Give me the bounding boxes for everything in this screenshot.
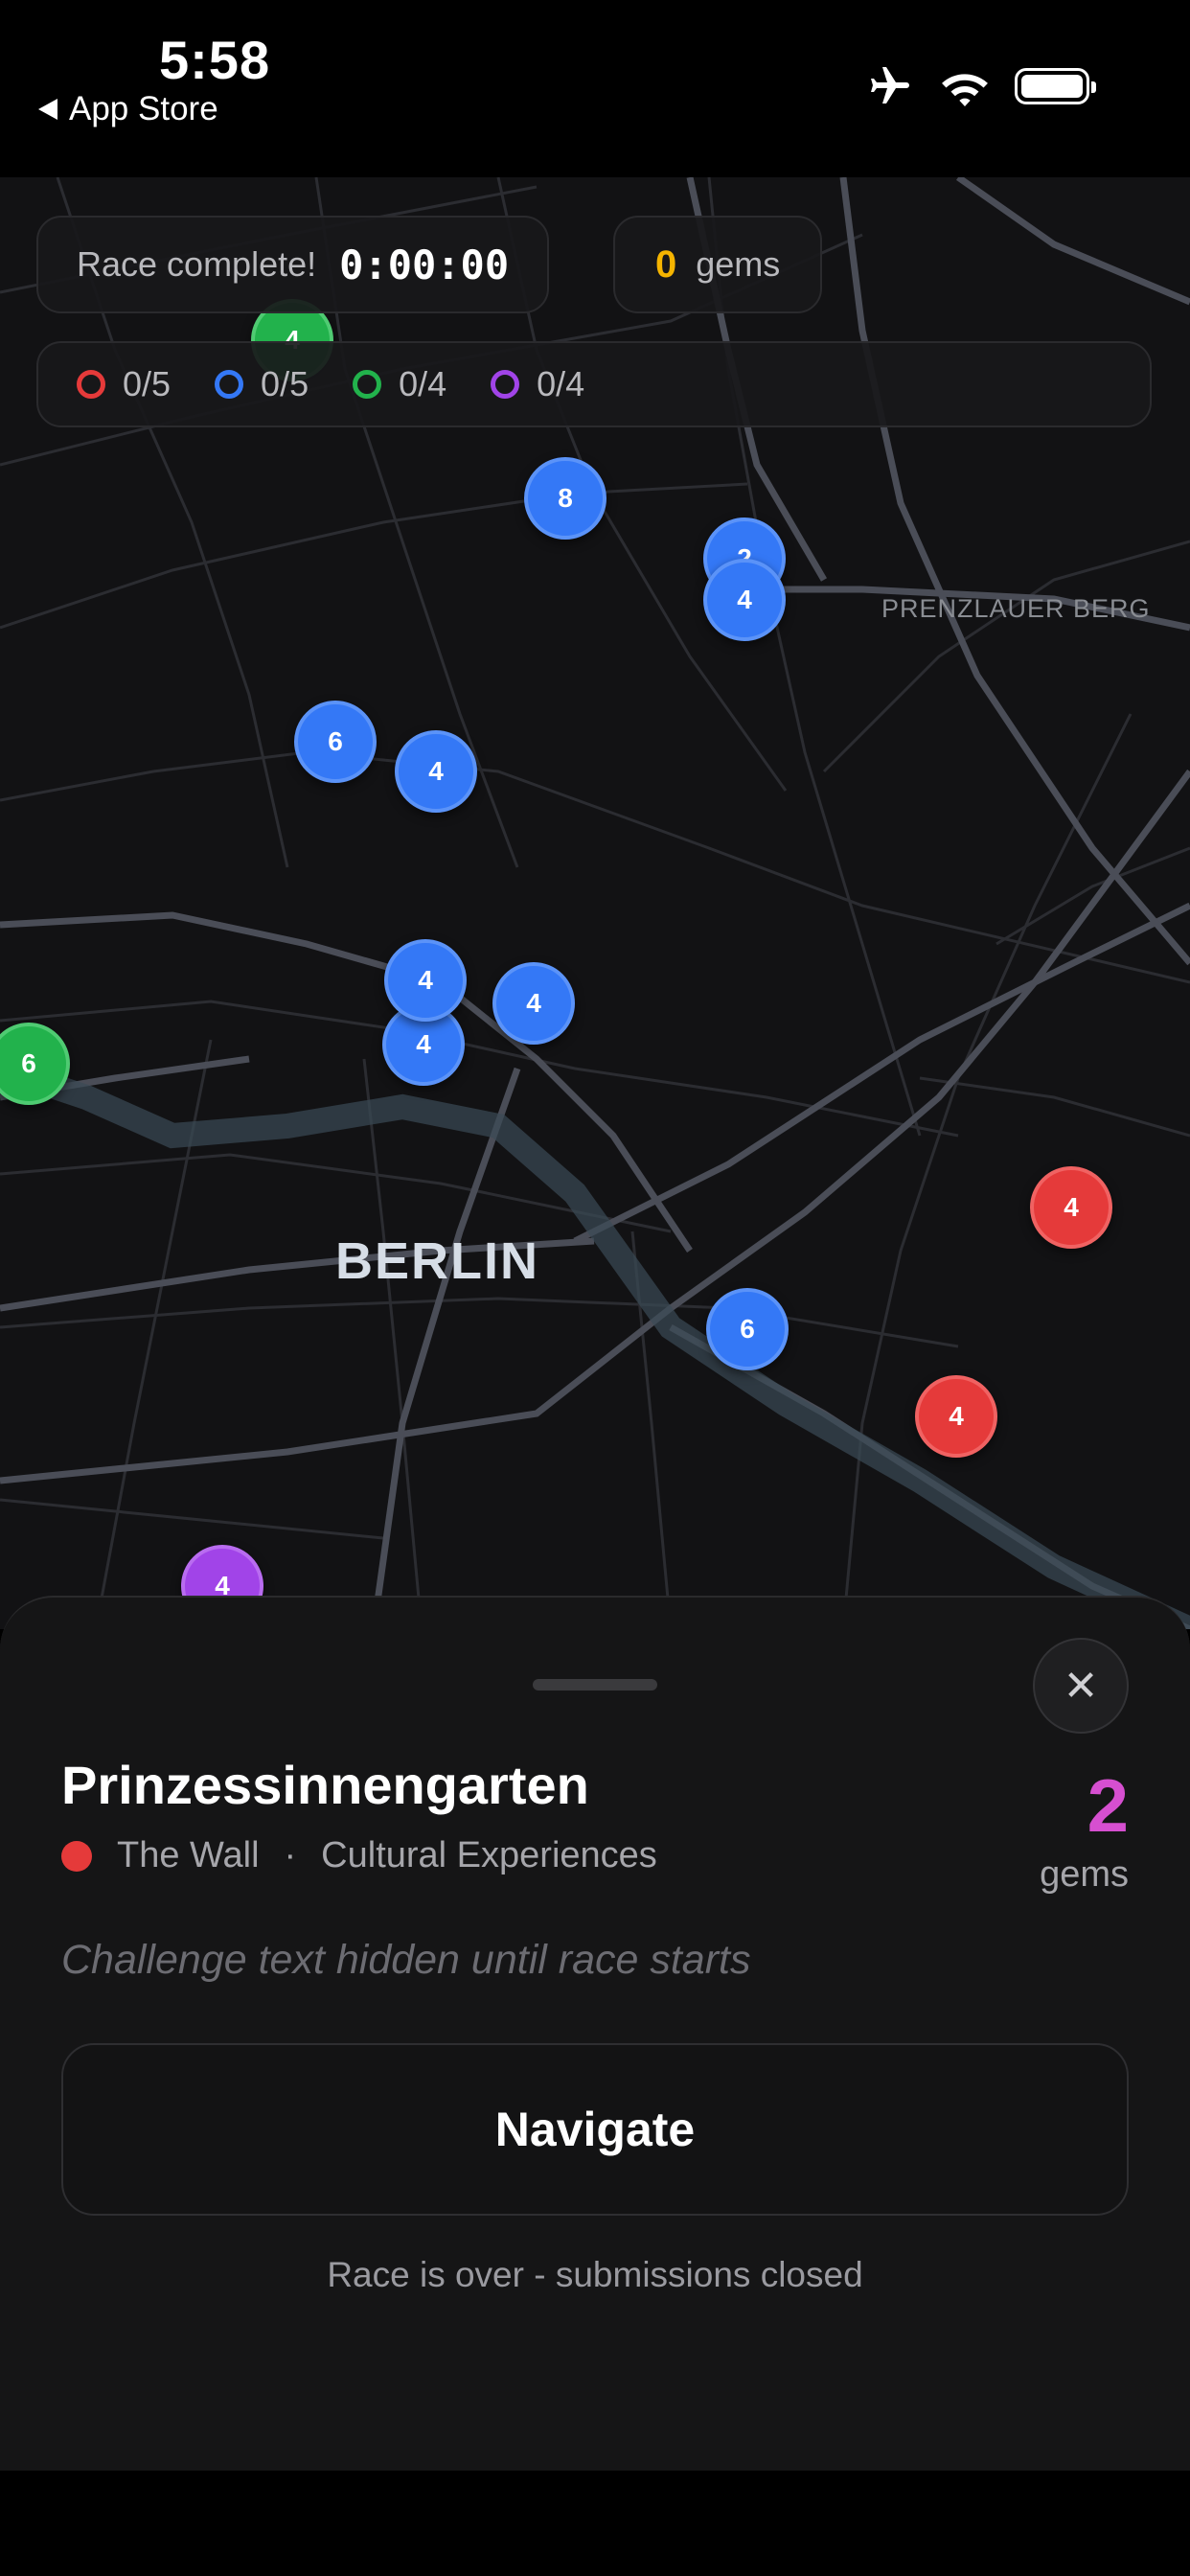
map-pin[interactable]: 4: [395, 730, 477, 813]
map-pin[interactable]: 6: [706, 1288, 789, 1370]
battery-level: [1021, 75, 1083, 98]
city-label: BERLIN: [335, 1232, 539, 1290]
race-status-card: Race complete! 0:00:00: [36, 216, 550, 313]
gem-value: 2: [1087, 1763, 1129, 1848]
meta-separator: ·: [284, 1835, 297, 1875]
submission-status: Race is over - submissions closed: [327, 2255, 863, 2294]
progress-red[interactable]: 0/5: [77, 364, 171, 404]
red-ring-icon: [77, 370, 105, 399]
map-pin[interactable]: 8: [524, 457, 606, 540]
map-pin[interactable]: 4: [384, 939, 467, 1022]
map-pin[interactable]: 4: [492, 962, 575, 1045]
gems-count: 0: [655, 242, 677, 286]
map-pin[interactable]: 4: [1030, 1166, 1112, 1249]
back-arrow-icon: [38, 99, 57, 120]
race-status-label: Race complete!: [77, 244, 317, 284]
airplane-icon: [871, 67, 909, 104]
sheet-grabber[interactable]: [533, 1679, 657, 1690]
progress-text: 0/5: [123, 364, 172, 403]
status-bar: 5:58 App Store: [0, 0, 1190, 177]
back-label: App Store: [69, 90, 218, 127]
race-timer: 0:00:00: [339, 241, 510, 288]
progress-text: 0/4: [537, 364, 585, 403]
battery-icon: [1015, 68, 1096, 104]
blue-ring-icon: [215, 370, 244, 399]
close-button[interactable]: ✕: [1033, 1638, 1129, 1734]
status-icons: [865, 63, 1096, 109]
progress-purple[interactable]: 0/4: [491, 364, 584, 404]
progress-blue[interactable]: 0/5: [215, 364, 309, 404]
battery-cap: [1091, 81, 1096, 93]
category-dot-icon: [61, 1840, 92, 1872]
gem-unit: gems: [1040, 1854, 1129, 1895]
gems-card: 0 gems: [613, 216, 823, 313]
category-label: The Wall: [117, 1835, 260, 1875]
progress-text: 0/5: [261, 364, 309, 403]
gems-label: gems: [696, 244, 781, 284]
challenge-text: Challenge text hidden until race starts: [61, 1937, 751, 1983]
navigate-button[interactable]: Navigate: [61, 2043, 1129, 2216]
map-pin[interactable]: 6: [294, 701, 377, 783]
map-pin[interactable]: 4: [703, 559, 786, 641]
progress-green[interactable]: 0/4: [353, 364, 446, 404]
bottom-safe-area: [0, 2471, 1190, 2576]
location-sheet: ✕ Prinzessinnengarten The Wall · Cultura…: [0, 1596, 1190, 2471]
green-ring-icon: [353, 370, 382, 399]
place-title: Prinzessinnengarten: [61, 1755, 589, 1815]
place-meta: The Wall · Cultural Experiences: [61, 1835, 657, 1876]
status-time: 5:58: [159, 30, 271, 90]
subcategory-label: Cultural Experiences: [321, 1835, 657, 1875]
purple-ring-icon: [491, 370, 520, 399]
back-to-app-store[interactable]: App Store: [38, 90, 218, 128]
category-progress-bar: 0/5 0/5 0/4 0/4: [36, 341, 1152, 427]
district-label: PRENZLAUER BERG: [881, 594, 1151, 623]
close-icon: ✕: [1063, 1662, 1099, 1710]
map-pin[interactable]: 4: [915, 1375, 997, 1458]
progress-text: 0/4: [399, 364, 447, 403]
wifi-icon: [942, 74, 988, 106]
